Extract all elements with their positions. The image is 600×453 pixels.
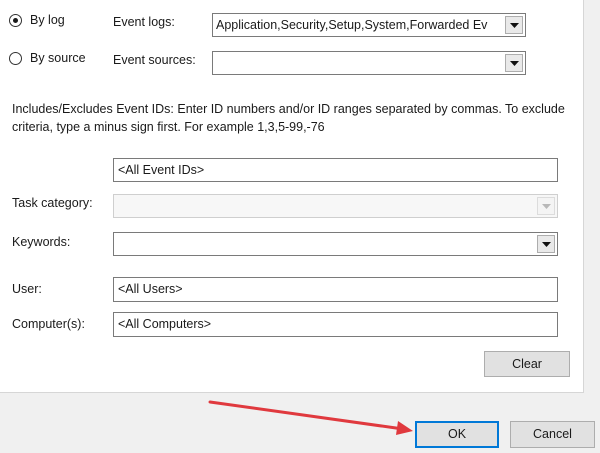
by-log-label[interactable]: By log (30, 13, 65, 27)
task-category-dropdown (113, 194, 558, 218)
event-logs-dropdown[interactable]: Application,Security,Setup,System,Forwar… (212, 13, 526, 37)
chevron-down-icon (510, 61, 519, 66)
by-log-radio[interactable] (9, 14, 22, 27)
computer-input[interactable]: <All Computers> (113, 312, 558, 337)
user-input[interactable]: <All Users> (113, 277, 558, 302)
by-source-label[interactable]: By source (30, 51, 86, 65)
cancel-button[interactable]: Cancel (510, 421, 595, 448)
clear-button[interactable]: Clear (484, 351, 570, 377)
ok-button[interactable]: OK (415, 421, 499, 448)
user-value: <All Users> (118, 282, 183, 296)
task-category-label: Task category: (12, 196, 93, 210)
event-sources-dropdown-button[interactable] (505, 54, 523, 72)
chevron-down-icon (542, 204, 551, 209)
keywords-dropdown[interactable] (113, 232, 558, 256)
user-label: User: (12, 282, 42, 296)
panel-border-bottom (0, 392, 584, 393)
panel-border-right (583, 0, 584, 392)
by-source-radio[interactable] (9, 52, 22, 65)
computer-value: <All Computers> (118, 317, 212, 331)
event-logs-label: Event logs: (113, 15, 175, 29)
radio-selected-dot (13, 18, 18, 23)
chevron-down-icon (542, 242, 551, 247)
event-logs-dropdown-button[interactable] (505, 16, 523, 34)
event-ids-value: <All Event IDs> (118, 163, 205, 177)
event-id-description: Includes/Excludes Event IDs: Enter ID nu… (12, 102, 565, 134)
task-category-dropdown-button (537, 197, 555, 215)
event-ids-input[interactable]: <All Event IDs> (113, 158, 558, 182)
event-sources-label: Event sources: (113, 53, 196, 67)
keywords-label: Keywords: (12, 235, 71, 249)
event-sources-dropdown[interactable] (212, 51, 526, 75)
keywords-dropdown-button[interactable] (537, 235, 555, 253)
chevron-down-icon (510, 23, 519, 28)
event-logs-value: Application,Security,Setup,System,Forwar… (216, 18, 488, 32)
computer-label: Computer(s): (12, 317, 85, 331)
